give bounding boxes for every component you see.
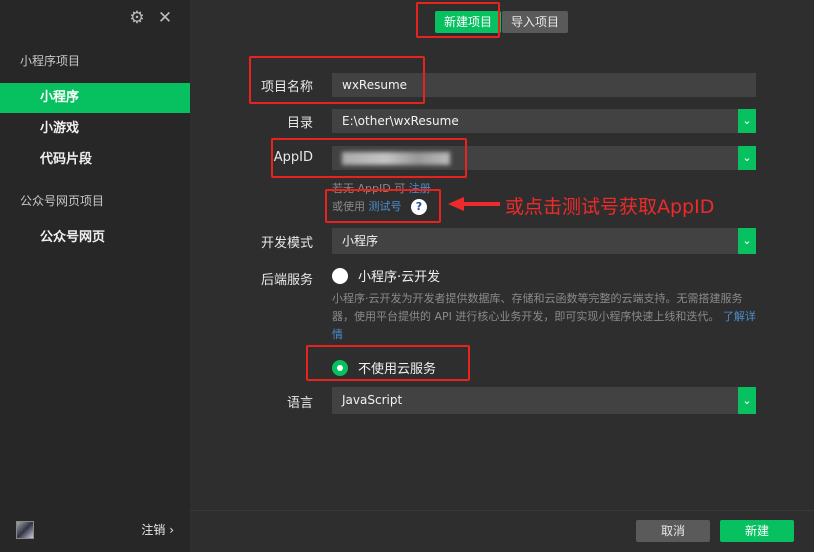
appid-label: AppID bbox=[273, 150, 313, 165]
appid-select[interactable]: ⌄ bbox=[332, 146, 756, 170]
gear-icon[interactable]: ⚙ bbox=[128, 9, 146, 27]
appid-register-text: 若无 AppID 可 bbox=[332, 182, 406, 195]
arrow-icon bbox=[448, 197, 500, 211]
tab-import-project[interactable]: 导入项目 bbox=[502, 11, 569, 33]
sidebar-section-mini-program: 小程序项目 bbox=[20, 54, 81, 68]
dev-mode-value: 小程序 bbox=[342, 234, 379, 248]
footer-divider bbox=[190, 510, 814, 511]
sidebar: ⚙ ✕ 小程序项目 小程序 小游戏 代码片段 公众号网页项目 公众号网页 注销 … bbox=[0, 0, 190, 552]
sidebar-item-official-account-web[interactable]: 公众号网页 bbox=[0, 223, 190, 253]
language-value: JavaScript bbox=[342, 393, 403, 407]
help-icon[interactable]: ? bbox=[411, 199, 427, 215]
create-button[interactable]: 新建 bbox=[720, 520, 794, 542]
radio-cloud-dev[interactable]: 小程序·云开发 bbox=[332, 266, 440, 285]
test-account-text: 或使用 bbox=[332, 200, 365, 213]
appid-redacted-value bbox=[342, 152, 450, 165]
cancel-button[interactable]: 取消 bbox=[636, 520, 710, 542]
cloud-dev-label: 小程序·云开发 bbox=[358, 270, 441, 285]
tab-new-project[interactable]: 新建项目 bbox=[435, 11, 502, 33]
dev-mode-label: 开发模式 bbox=[260, 236, 313, 251]
annotation-text: 或点击测试号获取AppID bbox=[505, 196, 715, 218]
project-name-input[interactable]: wxResume bbox=[332, 73, 756, 97]
test-account-link[interactable]: 测试号 bbox=[369, 200, 402, 213]
sidebar-footer: 注销 › bbox=[0, 508, 190, 552]
test-account-hint: 或使用 测试号 ? bbox=[332, 198, 427, 215]
sidebar-toolbar: ⚙ ✕ bbox=[128, 9, 174, 27]
radio-no-cloud[interactable]: 不使用云服务 bbox=[332, 358, 436, 377]
directory-select[interactable]: E:\other\wxResume ⌄ bbox=[332, 109, 756, 133]
logout-button[interactable]: 注销 › bbox=[141, 521, 174, 538]
sidebar-item-mini-program[interactable]: 小程序 bbox=[0, 83, 190, 113]
chevron-down-icon[interactable]: ⌄ bbox=[738, 387, 756, 414]
cloud-dev-description: 小程序·云开发为开发者提供数据库、存储和云函数等完整的云端支持。无需搭建服务器，… bbox=[332, 290, 760, 344]
appid-register-hint: 若无 AppID 可 注册 bbox=[332, 180, 431, 196]
radio-checked-icon[interactable] bbox=[332, 359, 348, 376]
radio-unchecked-icon[interactable] bbox=[332, 267, 348, 284]
no-cloud-label: 不使用云服务 bbox=[358, 362, 437, 377]
avatar[interactable] bbox=[16, 521, 34, 539]
sidebar-item-mini-game[interactable]: 小游戏 bbox=[0, 114, 190, 144]
language-select[interactable]: JavaScript ⌄ bbox=[332, 387, 756, 414]
sidebar-item-code-snippet[interactable]: 代码片段 bbox=[0, 145, 190, 175]
chevron-down-icon[interactable]: ⌄ bbox=[738, 146, 756, 170]
main-panel: 新建项目 导入项目 项目名称 wxResume 目录 E:\other\wxRe… bbox=[190, 0, 814, 552]
cloud-dev-description-text: 小程序·云开发为开发者提供数据库、存储和云函数等完整的云端支持。无需搭建服务器，… bbox=[332, 292, 743, 323]
register-link[interactable]: 注册 bbox=[409, 182, 431, 195]
sidebar-section-official-account: 公众号网页项目 bbox=[20, 194, 105, 208]
chevron-down-icon[interactable]: ⌄ bbox=[738, 109, 756, 133]
dev-mode-select[interactable]: 小程序 ⌄ bbox=[332, 228, 756, 254]
close-icon[interactable]: ✕ bbox=[156, 9, 174, 27]
chevron-down-icon[interactable]: ⌄ bbox=[738, 228, 756, 254]
directory-value: E:\other\wxResume bbox=[342, 114, 459, 128]
backend-label: 后端服务 bbox=[260, 273, 313, 288]
project-name-label: 项目名称 bbox=[260, 80, 313, 95]
language-label: 语言 bbox=[286, 396, 313, 411]
directory-label: 目录 bbox=[286, 116, 313, 131]
